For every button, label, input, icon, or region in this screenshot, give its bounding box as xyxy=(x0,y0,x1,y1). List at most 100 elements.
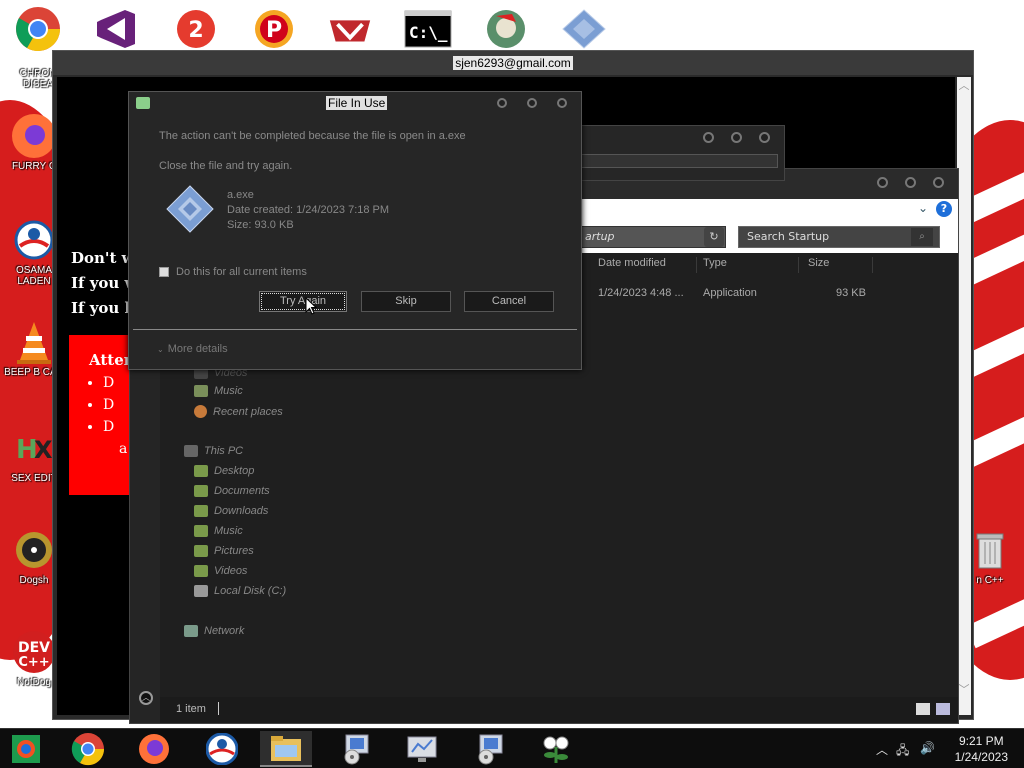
search-input[interactable]: Search Startup ⌕ xyxy=(738,226,940,248)
network-icon[interactable]: 🖧 xyxy=(896,741,909,762)
file-size: 93 KB xyxy=(836,287,866,299)
desktop-folder-icon xyxy=(194,465,208,477)
nav-item-music-pc[interactable]: Music xyxy=(194,525,243,537)
search-icon[interactable]: ⌕ xyxy=(911,228,933,246)
column-type[interactable]: Type xyxy=(703,257,727,269)
dialog-file-move-icon xyxy=(136,97,150,109)
app-icon-p[interactable]: P xyxy=(250,8,298,50)
svg-text:P: P xyxy=(266,18,282,43)
taskbar-app-installer[interactable] xyxy=(330,731,382,767)
svg-text:C++: C++ xyxy=(18,655,49,670)
try-again-button[interactable]: Try Again xyxy=(259,291,347,312)
background-window[interactable] xyxy=(560,125,785,181)
taskbar-firefox[interactable] xyxy=(128,731,180,767)
file-in-use-dialog[interactable]: File In Use The action can't be complete… xyxy=(128,91,582,370)
nav-label: Recent places xyxy=(213,405,283,418)
command-prompt-icon[interactable]: C:\_ xyxy=(404,8,452,50)
system-tray: ︿ 🖧 🔊 9:21 PM 1/24/2023 xyxy=(864,729,1024,768)
skip-button[interactable]: Skip xyxy=(361,291,451,312)
maximize-button[interactable] xyxy=(731,132,742,143)
app-icon-character[interactable] xyxy=(482,8,530,50)
file-row[interactable]: 1/24/2023 4:48 ... Application 93 KB xyxy=(596,287,896,303)
nav-label: Music xyxy=(214,525,243,537)
svg-text:X: X xyxy=(34,436,53,464)
visual-studio-icon[interactable] xyxy=(92,8,140,50)
dialog-separator xyxy=(133,329,577,330)
app-icon-emblem[interactable] xyxy=(326,8,374,50)
computer-icon xyxy=(184,445,198,457)
large-icons-view-icon[interactable] xyxy=(936,703,950,715)
column-date-modified[interactable]: Date modified xyxy=(598,257,666,269)
minimize-button[interactable] xyxy=(703,132,714,143)
status-item-count: 1 item xyxy=(176,703,206,715)
close-button[interactable] xyxy=(557,98,567,108)
file-name: a.exe xyxy=(227,189,254,201)
minimize-button[interactable] xyxy=(877,177,888,188)
taskbar-app-monitor[interactable] xyxy=(396,731,448,767)
taskbar-app-photos[interactable] xyxy=(0,731,52,767)
close-button[interactable] xyxy=(933,177,944,188)
details-view-icon[interactable] xyxy=(916,703,930,715)
downloads-folder-icon xyxy=(194,505,208,517)
chevron-down-icon[interactable]: ⌄ xyxy=(918,201,928,215)
taskbar-chrome[interactable] xyxy=(62,731,114,767)
back-window-titlebar[interactable]: sjen6293@gmail.com xyxy=(53,51,973,75)
nav-item-music[interactable]: Music xyxy=(194,385,243,397)
nav-item-local-disk[interactable]: Local Disk (C:) xyxy=(194,585,286,597)
maximize-button[interactable] xyxy=(905,177,916,188)
file-date-created: Date created: 1/24/2023 7:18 PM xyxy=(227,204,390,216)
videos-folder-icon xyxy=(194,565,208,577)
taskbar-file-explorer[interactable] xyxy=(260,731,312,767)
nav-item-documents[interactable]: Documents xyxy=(194,485,270,497)
back-window-title: sjen6293@gmail.com xyxy=(453,56,573,70)
scroll-down-icon[interactable]: ﹀ xyxy=(957,681,971,697)
more-details-toggle[interactable]: ⌄ More details xyxy=(157,343,228,355)
dev-cpp-icon: DEV C++ xyxy=(12,630,56,674)
taskbar-app-setup[interactable] xyxy=(464,731,516,767)
nav-item-recent[interactable]: Recent places xyxy=(194,405,283,418)
back-window-scrollbar[interactable]: ︿ xyxy=(957,77,971,715)
minimize-button[interactable] xyxy=(497,98,507,108)
dialog-titlebar[interactable]: File In Use xyxy=(129,92,581,114)
column-divider[interactable] xyxy=(798,257,799,273)
nav-item-this-pc[interactable]: This PC xyxy=(184,445,243,457)
svg-text:C:\_: C:\_ xyxy=(409,23,448,42)
hex-editor-icon: HX xyxy=(12,426,56,470)
nav-item-pictures[interactable]: Pictures xyxy=(194,545,254,557)
clock-time: 9:21 PM xyxy=(958,734,1004,748)
close-button[interactable] xyxy=(759,132,770,143)
nav-item-desktop[interactable]: Desktop xyxy=(194,465,254,477)
maximize-button[interactable] xyxy=(527,98,537,108)
scroll-up-icon[interactable]: ︿ xyxy=(957,77,971,93)
nav-label: Documents xyxy=(214,485,270,497)
exe-file-icon[interactable] xyxy=(560,8,608,50)
file-date: 1/24/2023 4:48 ... xyxy=(598,287,684,299)
dialog-message: The action can't be completed because th… xyxy=(159,130,466,142)
collapse-icon[interactable]: ︿ xyxy=(139,691,153,705)
volume-icon[interactable]: 🔊 xyxy=(920,741,935,755)
clock[interactable]: 9:21 PM 1/24/2023 xyxy=(955,733,1008,765)
column-divider[interactable] xyxy=(872,257,873,273)
file-size: Size: 93.0 KB xyxy=(227,219,294,231)
show-hidden-icons-chevron-icon[interactable]: ︿ xyxy=(876,741,888,758)
apply-all-option[interactable]: Do this for all current items xyxy=(159,266,307,278)
help-icon[interactable]: ? xyxy=(936,201,952,217)
taskbar-campaign-app[interactable] xyxy=(196,731,248,767)
nav-label: This PC xyxy=(204,445,244,457)
chevron-icon: ⌄ xyxy=(157,345,164,354)
nav-item-downloads[interactable]: Downloads xyxy=(194,505,268,517)
taskbar-app-plants[interactable] xyxy=(530,731,582,767)
svg-text:2: 2 xyxy=(188,18,203,43)
column-divider[interactable] xyxy=(696,257,697,273)
app-icon-2[interactable]: 2 xyxy=(172,8,220,50)
refresh-icon[interactable]: ↻ xyxy=(704,227,724,247)
nav-item-videos[interactable]: Videos xyxy=(194,565,247,577)
column-size[interactable]: Size xyxy=(808,257,829,269)
dialog-title: File In Use xyxy=(326,96,388,110)
nav-label: Downloads xyxy=(214,505,269,517)
cancel-button[interactable]: Cancel xyxy=(464,291,554,312)
drive-icon xyxy=(194,585,208,597)
apply-all-checkbox[interactable] xyxy=(159,267,169,277)
nav-item-network[interactable]: Network xyxy=(184,625,244,637)
pictures-folder-icon xyxy=(194,545,208,557)
